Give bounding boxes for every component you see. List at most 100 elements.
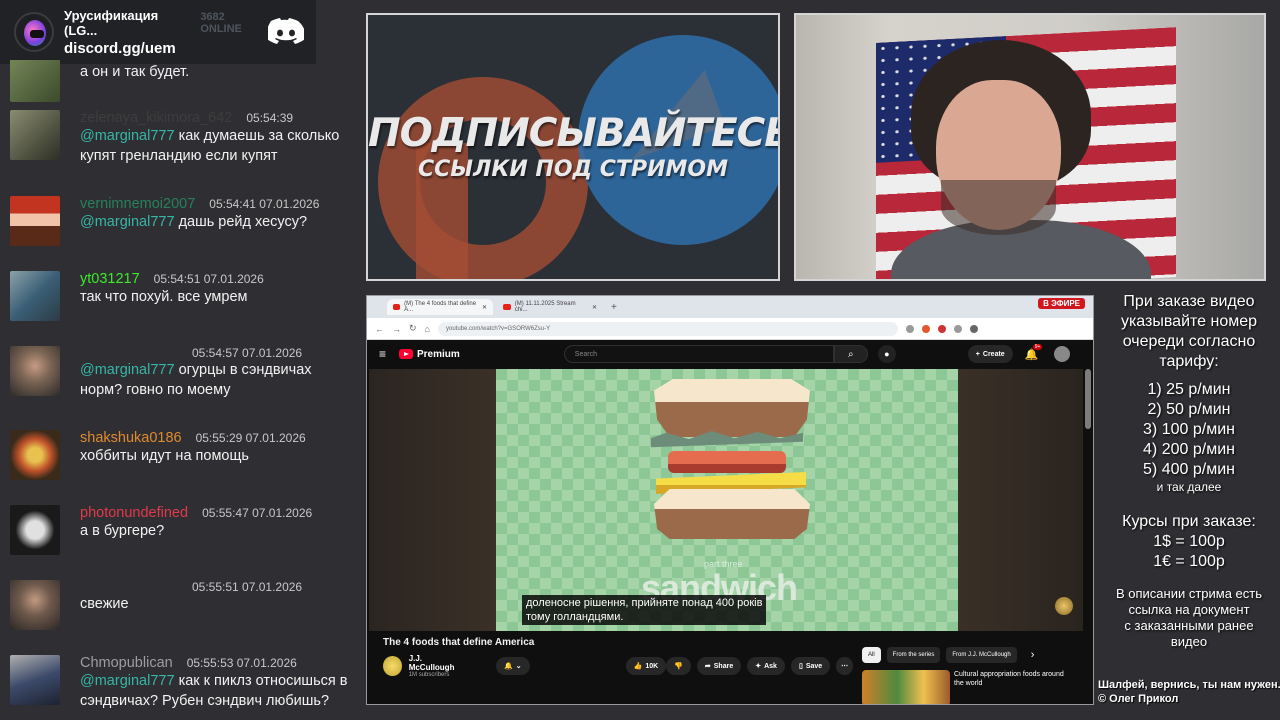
mention: @marginal777	[80, 673, 175, 689]
invite-link[interactable]: discord.gg/uem	[64, 40, 268, 57]
channel-avatar[interactable]	[383, 656, 402, 676]
username: shakshuka0186	[80, 430, 182, 446]
new-tab-icon[interactable]: +	[611, 302, 617, 313]
video-subtitles: доленосне рішення, прийняте понад 400 ро…	[522, 595, 767, 625]
mention: @marginal777	[80, 362, 175, 378]
chevron-right-icon[interactable]: ›	[1031, 649, 1035, 661]
ask-button[interactable]: ✦ Ask	[747, 657, 785, 675]
avatar	[10, 505, 60, 555]
related-chips: All From the series From J.J. McCullough…	[862, 647, 1034, 663]
tab-bar: (M) The 4 foods that define A... ✕ (M) 11…	[367, 296, 1093, 318]
recommended-title[interactable]: Cultural appropriation foods around the …	[954, 670, 1064, 704]
discord-widget[interactable]: Урусификация (LG... 3682 ONLINE discord.…	[0, 0, 316, 64]
avatar	[10, 346, 60, 396]
sandwich-bread-top	[654, 379, 810, 437]
sandwich-tomato	[668, 451, 786, 473]
more-actions-button[interactable]: ⋯	[836, 657, 853, 675]
avatar	[10, 110, 60, 160]
bell-icon: 🔔	[504, 663, 513, 670]
search-button[interactable]: ⌕	[833, 345, 868, 363]
chat-message: vernimnemoi2007 05:54:41 07.01.2026 @marg…	[10, 196, 355, 246]
chip-from-series[interactable]: From the series	[886, 647, 941, 663]
browser-window[interactable]: (M) The 4 foods that define A... ✕ (M) 11…	[366, 295, 1094, 705]
subscriber-count: 1M subscribers	[408, 672, 450, 678]
webcam-feed	[794, 13, 1266, 281]
tab-label: (M) The 4 foods that define A...	[404, 301, 477, 313]
thumbs-up-icon: 👍	[633, 663, 643, 670]
chat-message: Chmopublican 05:55:53 07.01.2026 @margina…	[10, 655, 355, 711]
menu-icon[interactable]: ≡	[379, 347, 399, 361]
back-icon[interactable]: ←	[375, 324, 384, 334]
server-name: Урусификация (LG...	[64, 7, 159, 38]
credits-line: © Олег Прикол	[1098, 693, 1179, 705]
desc-line: с заказанными ранее	[1124, 618, 1254, 633]
share-button[interactable]: ➦ Share	[696, 657, 742, 675]
browser-tab-active[interactable]: (M) The 4 foods that define A... ✕	[387, 299, 493, 315]
course-line: 1€ = 100р	[1153, 553, 1225, 570]
channel-row: J.J. McCullough 1M subscribers 🔔 ⌄ 👍 10K 👎…	[383, 654, 853, 678]
save-button[interactable]: ▯ Save	[790, 657, 831, 675]
bookmark-icon: ▯	[798, 663, 803, 670]
profile-icon[interactable]	[969, 324, 978, 333]
chip-from-channel[interactable]: From J.J. McCullough	[946, 647, 1017, 663]
avatar	[10, 580, 60, 630]
credits: Шалфей, вернись, ты нам нужен. © Олег Пр…	[1098, 678, 1280, 706]
username: yt031217	[80, 271, 140, 287]
chat-message: а он и так будет.	[10, 60, 355, 102]
account-avatar[interactable]	[1054, 346, 1071, 362]
username: photonundefined	[80, 505, 189, 521]
recommended-video[interactable]: Cultural appropriation foods around the …	[862, 670, 1064, 704]
forward-icon[interactable]: →	[392, 324, 401, 334]
voice-search-icon[interactable]: ●	[877, 345, 896, 363]
page-scrollbar[interactable]	[1085, 369, 1091, 429]
extension-icon[interactable]	[953, 324, 962, 333]
avatar	[10, 655, 60, 705]
channel-name[interactable]: J.J. McCullough	[409, 654, 466, 672]
create-button[interactable]: + Create	[967, 345, 1013, 363]
notifications-icon[interactable]: 🔔 9+	[1025, 343, 1043, 361]
timestamp: 05:54:39	[246, 111, 294, 125]
extension-icon[interactable]	[921, 324, 930, 333]
extension-icon[interactable]	[905, 324, 914, 333]
info-line: очереди согласно	[1122, 333, 1256, 350]
rate-line: 5) 400 р/мин	[1143, 461, 1235, 478]
timestamp: 05:55:51 07.01.2026	[192, 580, 303, 594]
search-input[interactable]: Search	[563, 345, 834, 363]
home-icon[interactable]: ⌂	[425, 324, 430, 334]
message-text: так что похуй. все умрем	[80, 289, 248, 305]
rate-line: 1) 25 р/мин	[1147, 381, 1231, 398]
video-player[interactable]: part three sandwich доленосне рішення, п…	[369, 369, 1083, 631]
notification-count: 9+	[1032, 343, 1043, 350]
chat-message: shakshuka0186 05:55:29 07.01.2026 хоббиты…	[10, 430, 355, 480]
reload-icon[interactable]: ↻	[409, 323, 417, 334]
chevron-down-icon: ⌄	[515, 663, 522, 670]
browser-tab[interactable]: (M) 11.11.2025 Stream chi... ✕	[497, 299, 603, 315]
promo-subtitle: ССЫЛКИ ПОД СТРИМОМ	[418, 157, 728, 182]
dislike-button[interactable]: 👎	[666, 657, 691, 675]
courses-heading: Курсы при заказе:	[1122, 513, 1256, 530]
close-icon[interactable]: ✕	[482, 304, 487, 311]
more-icon: ⋯	[841, 663, 849, 670]
desc-line: видео	[1170, 634, 1208, 649]
chip-all[interactable]: All	[862, 647, 881, 663]
mention: @marginal777	[80, 214, 175, 230]
video-thumbnail[interactable]	[862, 670, 950, 704]
rate-line: 4) 200 р/мин	[1143, 441, 1235, 458]
like-button[interactable]: 👍 10K	[625, 657, 667, 675]
rates-more: и так далее	[1156, 480, 1222, 494]
youtube-logo[interactable]: Premium	[399, 349, 460, 360]
timestamp: 05:55:47 07.01.2026	[202, 506, 313, 520]
subscription-bell-button[interactable]: 🔔 ⌄	[496, 657, 530, 675]
youtube-header: ≡ Premium Search ⌕ ● + Create 🔔 9+	[367, 340, 1093, 368]
video-frame: part three sandwich	[496, 369, 958, 631]
course-line: 1$ = 100р	[1153, 533, 1225, 550]
video-title: The 4 foods that define America	[383, 637, 535, 648]
chat-feed[interactable]: а он и так будет. zelenaya_kikimora_642 0…	[0, 60, 360, 720]
message-text: свежие	[80, 596, 129, 612]
credits-line: Шалфей, вернись, ты нам нужен.	[1098, 679, 1280, 691]
channel-watermark-icon[interactable]	[1055, 597, 1073, 615]
url-field[interactable]: youtube.com/watch?v=GSORW6Zsu-Y	[437, 321, 898, 336]
extension-icon[interactable]	[937, 324, 946, 333]
desc-line: В описании стрима есть	[1115, 586, 1263, 601]
close-icon[interactable]: ✕	[592, 304, 597, 311]
